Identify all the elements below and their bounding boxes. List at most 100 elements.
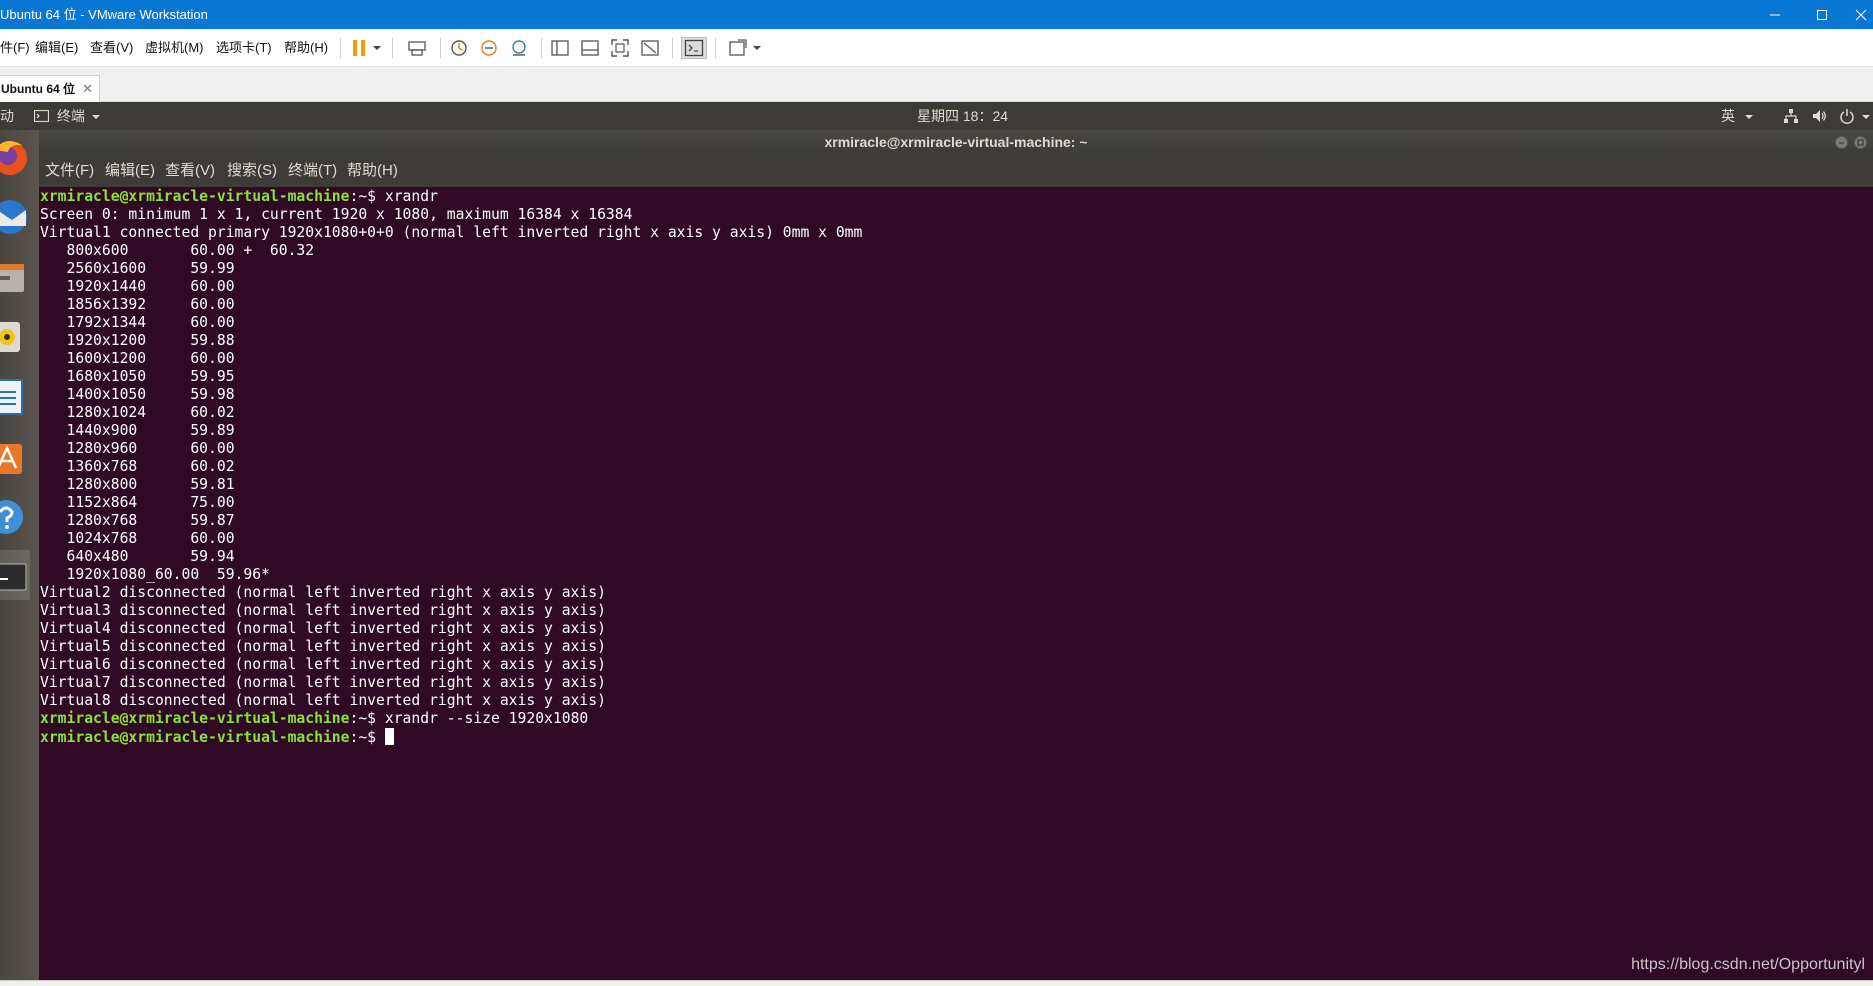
prompt-suffix: :~$ xyxy=(349,188,385,205)
terminal-output[interactable]: xrmiracle@xrmiracle-virtual-machine:~$ x… xyxy=(39,187,1873,980)
snapshot-button[interactable] xyxy=(448,37,470,59)
output-line: 2560x1600 59.99 xyxy=(40,260,235,277)
terminal-menu-edit[interactable]: 编辑(E) xyxy=(105,155,155,187)
input-method-indicator[interactable]: 英 xyxy=(1721,102,1754,130)
menu-file[interactable]: 件(F) xyxy=(0,29,30,67)
menu-tabs[interactable]: 选项卡(T) xyxy=(216,29,272,67)
minimize-icon xyxy=(1839,142,1844,144)
volume-indicator[interactable] xyxy=(1811,102,1827,130)
output-line: 1280x960 60.00 xyxy=(40,440,235,457)
activities-button[interactable]: 动 xyxy=(0,102,14,130)
snapshot-manager-button[interactable] xyxy=(508,37,530,59)
terminal-menu-view[interactable]: 查看(V) xyxy=(165,155,215,187)
terminal-menu-help[interactable]: 帮助(H) xyxy=(347,155,398,187)
terminal-minimize-button[interactable] xyxy=(1835,136,1848,149)
command-text: xrandr --size 1920x1080 xyxy=(384,710,589,727)
menu-view[interactable]: 查看(V) xyxy=(90,29,133,67)
text-cursor xyxy=(384,728,394,745)
volume-icon xyxy=(1813,110,1826,122)
minimize-icon xyxy=(1770,14,1780,15)
terminal-maximize-button[interactable] xyxy=(1854,136,1867,149)
menu-vm[interactable]: 虚拟机(M) xyxy=(145,29,204,67)
toolbar-separator xyxy=(340,38,341,58)
show-library-button[interactable] xyxy=(549,37,571,59)
menu-edit[interactable]: 编辑(E) xyxy=(35,29,78,67)
prompt-user-host: xrmiracle@xrmiracle-virtual-machine xyxy=(40,188,350,205)
terminal-window-title: xrmiracle@xrmiracle-virtual-machine: ~ xyxy=(824,134,1088,150)
tab-label: Ubuntu 64 位 xyxy=(1,82,75,96)
output-line: Virtual7 disconnected (normal left inver… xyxy=(40,674,606,691)
terminal-menubar: 文件(F) 编辑(E) 查看(V) 搜索(S) 终端(T) 帮助(H) xyxy=(39,155,1873,187)
launcher-terminal[interactable] xyxy=(0,550,30,600)
pause-button[interactable] xyxy=(348,37,370,59)
output-line: Virtual4 disconnected (normal left inver… xyxy=(40,620,606,637)
maximize-icon xyxy=(1857,139,1864,146)
output-line: 1400x1050 59.98 xyxy=(40,386,235,403)
stretch-guest-button[interactable] xyxy=(727,37,749,59)
tab-close-icon[interactable]: ✕ xyxy=(82,76,93,102)
stretch-dropdown[interactable] xyxy=(750,37,764,59)
clock[interactable]: 星期四 18：24 xyxy=(917,102,1008,130)
terminal-command-line: xrmiracle@xrmiracle-virtual-machine:~$ x… xyxy=(40,188,1873,206)
output-line: 1920x1440 60.00 xyxy=(40,278,235,295)
launcher-files[interactable] xyxy=(0,250,30,300)
keyboard-icon xyxy=(408,41,426,56)
input-method-label: 英 xyxy=(1721,108,1735,124)
close-icon xyxy=(1855,9,1866,20)
launcher-software-center[interactable] xyxy=(0,430,30,480)
power-indicator[interactable] xyxy=(1839,102,1871,130)
output-line: Virtual8 disconnected (normal left inver… xyxy=(40,692,606,709)
launcher-libreoffice-writer[interactable] xyxy=(0,370,30,420)
output-line: 1440x900 59.89 xyxy=(40,422,235,439)
command-output: Screen 0: minimum 1 x 1, current 1920 x … xyxy=(40,206,1873,710)
minimize-button[interactable] xyxy=(1753,0,1797,29)
console-view-button[interactable] xyxy=(681,37,707,59)
watermark: https://blog.csdn.net/Opportunityl xyxy=(1631,956,1865,973)
toolbar-separator xyxy=(392,38,393,58)
launcher-rhythmbox[interactable] xyxy=(0,310,30,360)
unity-icon xyxy=(641,40,659,56)
close-button[interactable] xyxy=(1848,0,1873,29)
launcher-firefox[interactable] xyxy=(0,130,30,180)
command-text: xrandr xyxy=(384,188,438,205)
vmware-tab-strip: Ubuntu 64 位 ✕ xyxy=(0,67,1873,102)
terminal-menu-terminal[interactable]: 终端(T) xyxy=(288,155,337,187)
terminal-titlebar: xrmiracle@xrmiracle-virtual-machine: ~ xyxy=(39,130,1873,155)
ubuntu-top-panel: 动 终端 星期四 18：24 英 xyxy=(0,102,1873,130)
output-line: Virtual1 connected primary 1920x1080+0+0… xyxy=(40,224,863,241)
chevron-down-icon xyxy=(1861,115,1870,119)
maximize-icon xyxy=(1817,9,1827,20)
pause-dropdown[interactable] xyxy=(370,37,384,59)
vmware-status-strip xyxy=(0,980,1873,986)
terminal-command-line: xrmiracle@xrmiracle-virtual-machine:~$ x… xyxy=(40,710,1873,728)
chevron-down-icon xyxy=(373,46,381,50)
app-menu[interactable]: 终端 xyxy=(33,102,101,130)
network-indicator[interactable] xyxy=(1783,102,1799,130)
launcher-help[interactable] xyxy=(0,490,30,540)
power-icon xyxy=(1840,109,1854,124)
output-line: 1024x768 60.00 xyxy=(40,530,235,547)
unity-mode-button[interactable] xyxy=(639,37,661,59)
terminal-menu-search[interactable]: 搜索(S) xyxy=(227,155,277,187)
terminal-menu-file[interactable]: 文件(F) xyxy=(45,155,94,187)
output-line: Screen 0: minimum 1 x 1, current 1920 x … xyxy=(40,206,633,223)
output-line: 1280x768 59.87 xyxy=(40,512,235,529)
launcher-thunderbird[interactable] xyxy=(0,190,30,240)
send-ctrl-alt-del-button[interactable] xyxy=(406,37,428,59)
tab-ubuntu[interactable]: Ubuntu 64 位 ✕ xyxy=(0,75,100,102)
maximize-button[interactable] xyxy=(1800,0,1844,29)
revert-snapshot-button[interactable] xyxy=(478,37,500,59)
pause-icon xyxy=(353,40,365,56)
chevron-down-icon xyxy=(91,115,100,119)
vmware-toolbar: 件(F) 编辑(E) 查看(V) 虚拟机(M) 选项卡(T) 帮助(H) xyxy=(0,29,1873,67)
writer-icon xyxy=(0,379,23,415)
output-line: 1920x1200 59.88 xyxy=(40,332,235,349)
terminal-icon xyxy=(684,39,704,57)
chevron-down-icon xyxy=(753,46,761,50)
menu-help[interactable]: 帮助(H) xyxy=(284,29,328,67)
terminal-app-icon xyxy=(33,109,50,123)
full-screen-button[interactable] xyxy=(609,37,631,59)
thumbnail-bar-button[interactable] xyxy=(579,37,601,59)
prompt-suffix: :~$ xyxy=(349,729,385,746)
output-line: 1600x1200 60.00 xyxy=(40,350,235,367)
